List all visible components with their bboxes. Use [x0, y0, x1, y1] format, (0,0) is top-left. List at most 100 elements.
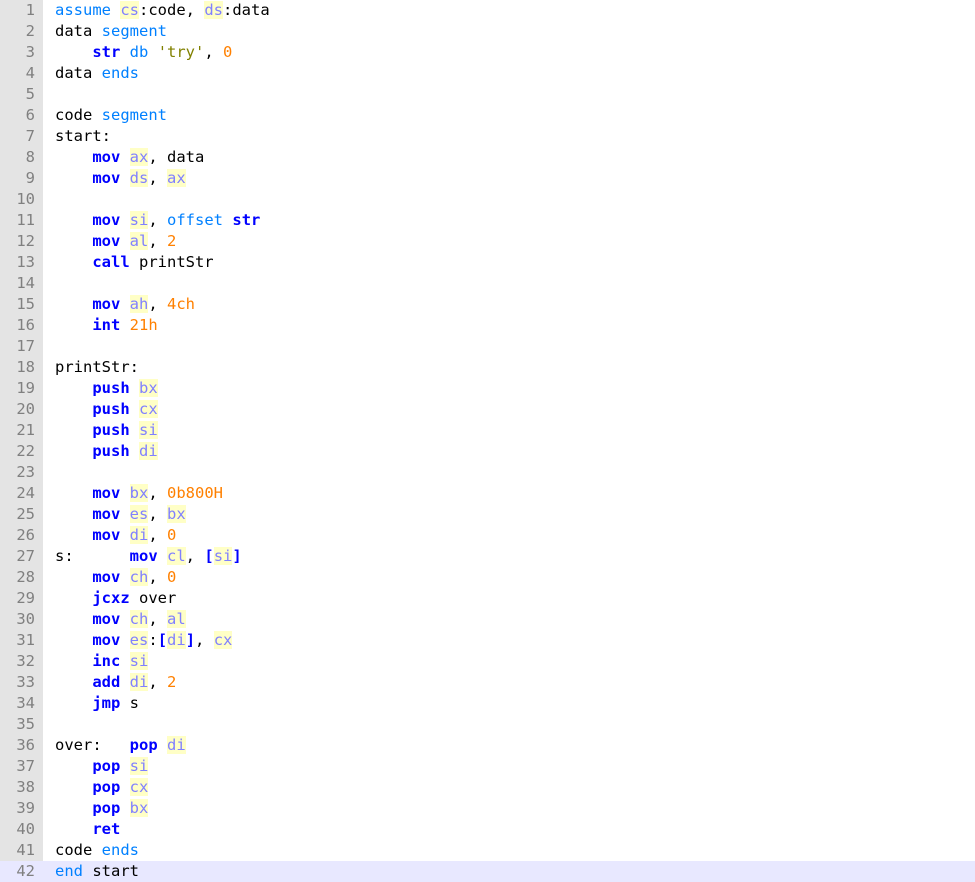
line-number: 37: [16, 757, 35, 775]
line-code: mov al, 2: [55, 231, 176, 252]
code-line[interactable]: 2 data segment: [0, 21, 975, 42]
line-number: 33: [16, 673, 35, 691]
code-line[interactable]: 42 end start: [0, 861, 975, 882]
code-line[interactable]: 31 mov es:[di], cx: [0, 630, 975, 651]
code-line[interactable]: 1 assume cs:code, ds:data: [0, 0, 975, 21]
code-line[interactable]: 3 str db 'try', 0: [0, 42, 975, 63]
token-kw: jmp: [92, 694, 121, 712]
code-line[interactable]: 28 mov ch, 0: [0, 567, 975, 588]
token-kw: [: [157, 631, 168, 649]
line-code: inc si: [55, 651, 149, 672]
code-line[interactable]: 4 data ends: [0, 63, 975, 84]
line-number: 14: [16, 274, 35, 292]
token-dir: ends: [101, 64, 139, 82]
token-reg: cx: [213, 631, 233, 649]
code-line[interactable]: 26 mov di, 0: [0, 525, 975, 546]
code-line[interactable]: 23: [0, 462, 975, 483]
line-code: mov es:[di], cx: [55, 630, 233, 651]
line-code: data segment: [55, 21, 167, 42]
line-number: 6: [25, 106, 35, 124]
line-number: 38: [16, 778, 35, 796]
code-line[interactable]: 8 mov ax, data: [0, 147, 975, 168]
token-kw: push: [92, 421, 130, 439]
code-line[interactable]: 36 over: pop di: [0, 735, 975, 756]
line-number: 18: [16, 358, 35, 376]
token-plain: over:: [55, 736, 130, 754]
code-line[interactable]: 40 ret: [0, 819, 975, 840]
line-code: mov bx, 0b800H: [55, 483, 223, 504]
code-line[interactable]: 37 pop si: [0, 756, 975, 777]
code-line[interactable]: 15 mov ah, 4ch: [0, 294, 975, 315]
token-kw: mov: [92, 568, 121, 586]
token-plain: ,: [148, 526, 168, 544]
line-code: call printStr: [55, 252, 213, 273]
code-line[interactable]: 34 jmp s: [0, 693, 975, 714]
token-plain: ,: [204, 43, 224, 61]
code-editor[interactable]: 1 assume cs:code, ds:data 2 data segment 3 s…: [0, 0, 975, 882]
token-kw: inc: [92, 652, 121, 670]
line-number: 36: [16, 736, 35, 754]
line-number: 23: [16, 463, 35, 481]
code-line[interactable]: 35: [0, 714, 975, 735]
token-kw: ret: [92, 820, 121, 838]
code-line[interactable]: 7 start:: [0, 126, 975, 147]
line-code: jcxz over: [55, 588, 176, 609]
code-line[interactable]: 21 push si: [0, 420, 975, 441]
token-kw: call: [92, 253, 130, 271]
code-line[interactable]: 39 pop bx: [0, 798, 975, 819]
token-kw: mov: [92, 631, 121, 649]
code-line[interactable]: 22 push di: [0, 441, 975, 462]
code-line[interactable]: 27 s: mov cl, [si]: [0, 546, 975, 567]
token-plain: ,: [148, 505, 168, 523]
code-line[interactable]: 19 push bx: [0, 378, 975, 399]
token-num-lit: 2: [167, 232, 177, 250]
code-line[interactable]: 14: [0, 273, 975, 294]
token-kw: mov: [92, 211, 121, 229]
code-line[interactable]: 20 push cx: [0, 399, 975, 420]
code-line[interactable]: 32 inc si: [0, 651, 975, 672]
token-reg: si: [129, 652, 149, 670]
code-line[interactable]: 10: [0, 189, 975, 210]
code-line[interactable]: 17: [0, 336, 975, 357]
code-line[interactable]: 25 mov es, bx: [0, 504, 975, 525]
code-line[interactable]: 41 code ends: [0, 840, 975, 861]
code-line[interactable]: 29 jcxz over: [0, 588, 975, 609]
code-line[interactable]: 12 mov al, 2: [0, 231, 975, 252]
line-number: 5: [25, 85, 35, 103]
line-code: over: pop di: [55, 735, 186, 756]
code-line[interactable]: 11 mov si, offset str: [0, 210, 975, 231]
line-number: 13: [16, 253, 35, 271]
line-number: 21: [16, 421, 35, 439]
code-line[interactable]: 24 mov bx, 0b800H: [0, 483, 975, 504]
code-line[interactable]: 5: [0, 84, 975, 105]
token-plain: data: [55, 64, 102, 82]
code-line[interactable]: 33 add di, 2: [0, 672, 975, 693]
token-plain: ,: [148, 673, 168, 691]
code-line[interactable]: 9 mov ds, ax: [0, 168, 975, 189]
code-line[interactable]: 30 mov ch, al: [0, 609, 975, 630]
token-num-lit: 4ch: [167, 295, 196, 313]
code-line[interactable]: 16 int 21h: [0, 315, 975, 336]
code-line[interactable]: 18 printStr:: [0, 357, 975, 378]
token-reg: al: [167, 610, 186, 628]
code-line[interactable]: 6 code segment: [0, 105, 975, 126]
token-reg: di: [167, 631, 186, 649]
code-line[interactable]: 38 pop cx: [0, 777, 975, 798]
token-reg: si: [129, 757, 149, 775]
code-line[interactable]: 13 call printStr: [0, 252, 975, 273]
line-code: jmp s: [55, 693, 139, 714]
token-plain: ,: [148, 610, 168, 628]
